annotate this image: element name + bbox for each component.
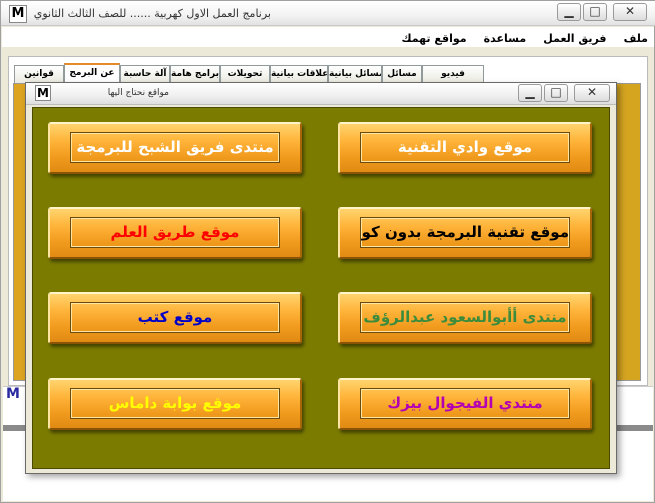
tab-video[interactable]: فيديو [422, 65, 484, 83]
site-button-frame: موقع بوابة داماس [70, 388, 280, 419]
close-button[interactable]: ✕ [613, 3, 647, 21]
minimize-button[interactable]: ▁ [557, 3, 581, 21]
site-button-frame: منتدى أأبوالسعود عبدالرؤف [360, 302, 570, 333]
menu-sites[interactable]: مواقع تهمك [396, 29, 473, 48]
dialog-title: مواقع نحتاج اليها [107, 88, 169, 98]
menu-bar: ملف فريق العمل مساعدة مواقع تهمك [2, 27, 654, 47]
site-button-label: موقع وادي التقنية [397, 138, 533, 156]
site-button-abu-alsaud-forum[interactable]: منتدى أأبوالسعود عبدالرؤف [338, 292, 592, 344]
site-button-wadi-tech[interactable]: موقع وادي التقنية [338, 122, 592, 174]
site-button-frame: موقع كتب [70, 302, 280, 333]
site-button-frame: منتدى فريق الشبح للبرمجة [70, 132, 280, 163]
site-button-frame: موقع طريق العلم [70, 217, 280, 248]
dialog-minimize-button[interactable]: ▁ [518, 84, 542, 102]
site-button-frame: موقع وادي التقنية [360, 132, 570, 163]
maximize-button[interactable]: □ [583, 3, 607, 21]
site-button-label: منتدى أأبوالسعود عبدالرؤف [363, 308, 567, 326]
site-button-label: منتدى فريق الشبح للبرمجة [76, 138, 274, 156]
dialog-body: موقع وادي التقنية منتدى فريق الشبح للبرم… [32, 107, 610, 469]
tab-laws[interactable]: قوانين [14, 65, 64, 83]
site-button-tareeq-alilm[interactable]: موقع طريق العلم [48, 207, 302, 259]
site-button-vb-forum[interactable]: منتدي الفيجوال بيزك [338, 378, 592, 430]
site-button-nocode[interactable]: موقع تقنية البرمجة بدون كود [338, 207, 592, 259]
site-button-label: موقع طريق العلم [110, 223, 240, 241]
site-button-label: منتدي الفيجوال بيزك [387, 394, 543, 412]
site-button-kotob[interactable]: موقع كتب [48, 292, 302, 344]
tab-conversions[interactable]: تحويلات [220, 65, 270, 83]
dialog-title-bar[interactable]: M مواقع نحتاج اليها ▁ □ ✕ [26, 83, 616, 105]
app-logo-icon: M [9, 5, 27, 23]
site-button-frame: منتدي الفيجوال بيزك [360, 388, 570, 419]
site-button-label: موقع تقنية البرمجة بدون كود [361, 223, 569, 241]
menu-file[interactable]: ملف [618, 29, 654, 48]
tab-graph-relations[interactable]: علاقات بيانية [270, 65, 328, 83]
site-button-shabah-forum[interactable]: منتدى فريق الشبح للبرمجة [48, 122, 302, 174]
site-button-label: موقع كتب [137, 308, 213, 326]
site-button-frame: موقع تقنية البرمجة بدون كود [360, 217, 570, 248]
dialog-maximize-button[interactable]: □ [544, 84, 568, 102]
site-button-label: موقع بوابة داماس [108, 394, 242, 412]
side-mark: M [6, 386, 20, 402]
tab-strip: فيديو مسائل مسائل بيانية علاقات بيانية ت… [14, 63, 484, 84]
main-window-title: برنامج العمل الاول كهربية ...... للصف ال… [33, 7, 271, 20]
menu-help[interactable]: مساعدة [478, 29, 533, 48]
menu-team[interactable]: فريق العمل [537, 29, 612, 48]
tab-graph-problems[interactable]: مسائل بيانية [328, 65, 382, 83]
tab-important-programs[interactable]: برامج هامة [170, 65, 220, 83]
useful-sites-dialog: M مواقع نحتاج اليها ▁ □ ✕ موقع وادي التق… [25, 82, 617, 474]
tab-about[interactable]: عن البرمج [64, 63, 120, 84]
site-button-damas-portal[interactable]: موقع بوابة داماس [48, 378, 302, 430]
dialog-close-button[interactable]: ✕ [574, 84, 610, 102]
main-title-bar[interactable]: M برنامج العمل الاول كهربية ...... للصف … [1, 1, 655, 26]
tab-problems[interactable]: مسائل [382, 65, 422, 83]
tab-calculator[interactable]: آلة حاسبة [120, 65, 170, 83]
dialog-logo-icon: M [35, 85, 51, 101]
